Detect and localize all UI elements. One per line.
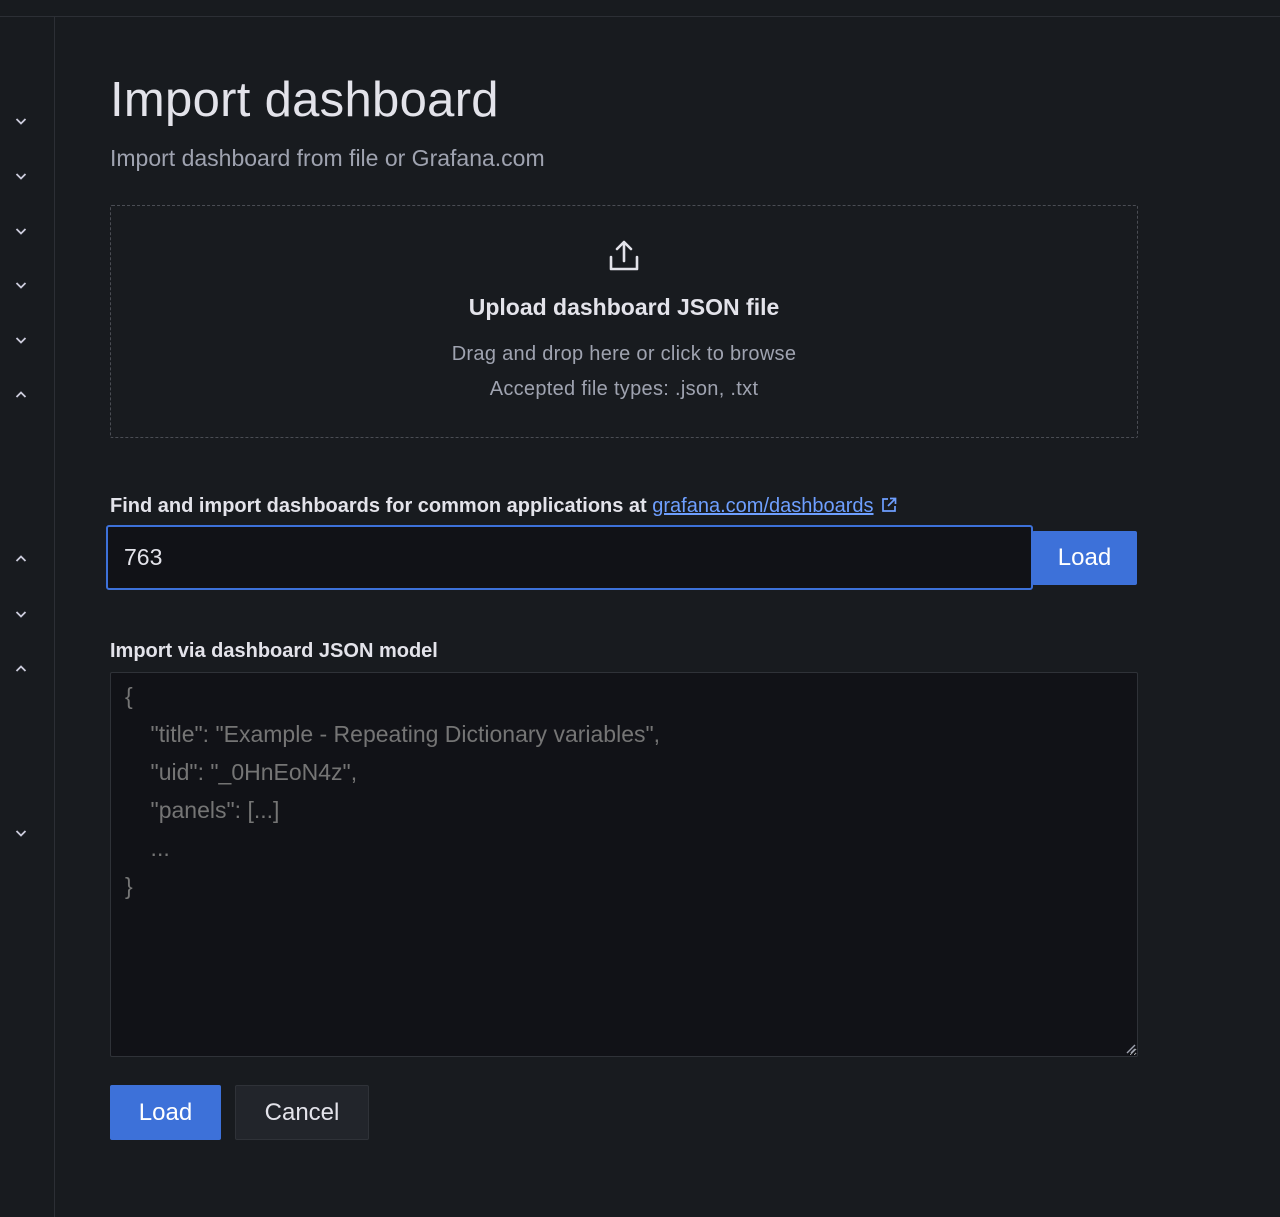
json-model-label: Import via dashboard JSON model [110, 640, 438, 662]
chevron-up-icon[interactable] [12, 386, 30, 404]
upload-icon [609, 240, 639, 271]
chevron-down-icon[interactable] [12, 112, 30, 130]
chevron-down-icon[interactable] [12, 331, 30, 349]
upload-dropzone[interactable]: Upload dashboard JSON file Drag and drop… [110, 205, 1138, 438]
chevron-down-icon[interactable] [12, 276, 30, 294]
resize-handle-icon[interactable] [1122, 1040, 1136, 1054]
top-bar [0, 0, 1280, 17]
external-link-icon[interactable] [880, 496, 898, 514]
grafana-dashboard-id-input[interactable] [106, 525, 1033, 590]
chevron-up-icon[interactable] [12, 550, 30, 568]
grafana-com-link[interactable]: grafana.com/dashboards [652, 495, 873, 517]
upload-hint: Drag and drop here or click to browse [451, 343, 797, 365]
json-model-textarea[interactable] [110, 672, 1138, 1057]
chevron-down-icon[interactable] [12, 167, 30, 185]
chevron-down-icon[interactable] [12, 222, 30, 240]
sidebar [0, 17, 55, 1217]
page-title: Import dashboard [110, 73, 499, 127]
chevron-up-icon[interactable] [12, 660, 30, 678]
cancel-button[interactable]: Cancel [235, 1085, 369, 1140]
chevron-down-icon[interactable] [12, 605, 30, 623]
grafana-com-label-text: Find and import dashboards for common ap… [110, 495, 653, 517]
upload-title: Upload dashboard JSON file [468, 294, 780, 320]
load-by-id-button[interactable]: Load [1032, 531, 1137, 585]
load-button[interactable]: Load [110, 1085, 221, 1140]
page-subtitle: Import dashboard from file or Grafana.co… [110, 145, 545, 171]
chevron-down-icon[interactable] [12, 824, 30, 842]
upload-accepted-types: Accepted file types: .json, .txt [489, 378, 759, 400]
grafana-com-label: Find and import dashboards for common ap… [110, 495, 1138, 518]
